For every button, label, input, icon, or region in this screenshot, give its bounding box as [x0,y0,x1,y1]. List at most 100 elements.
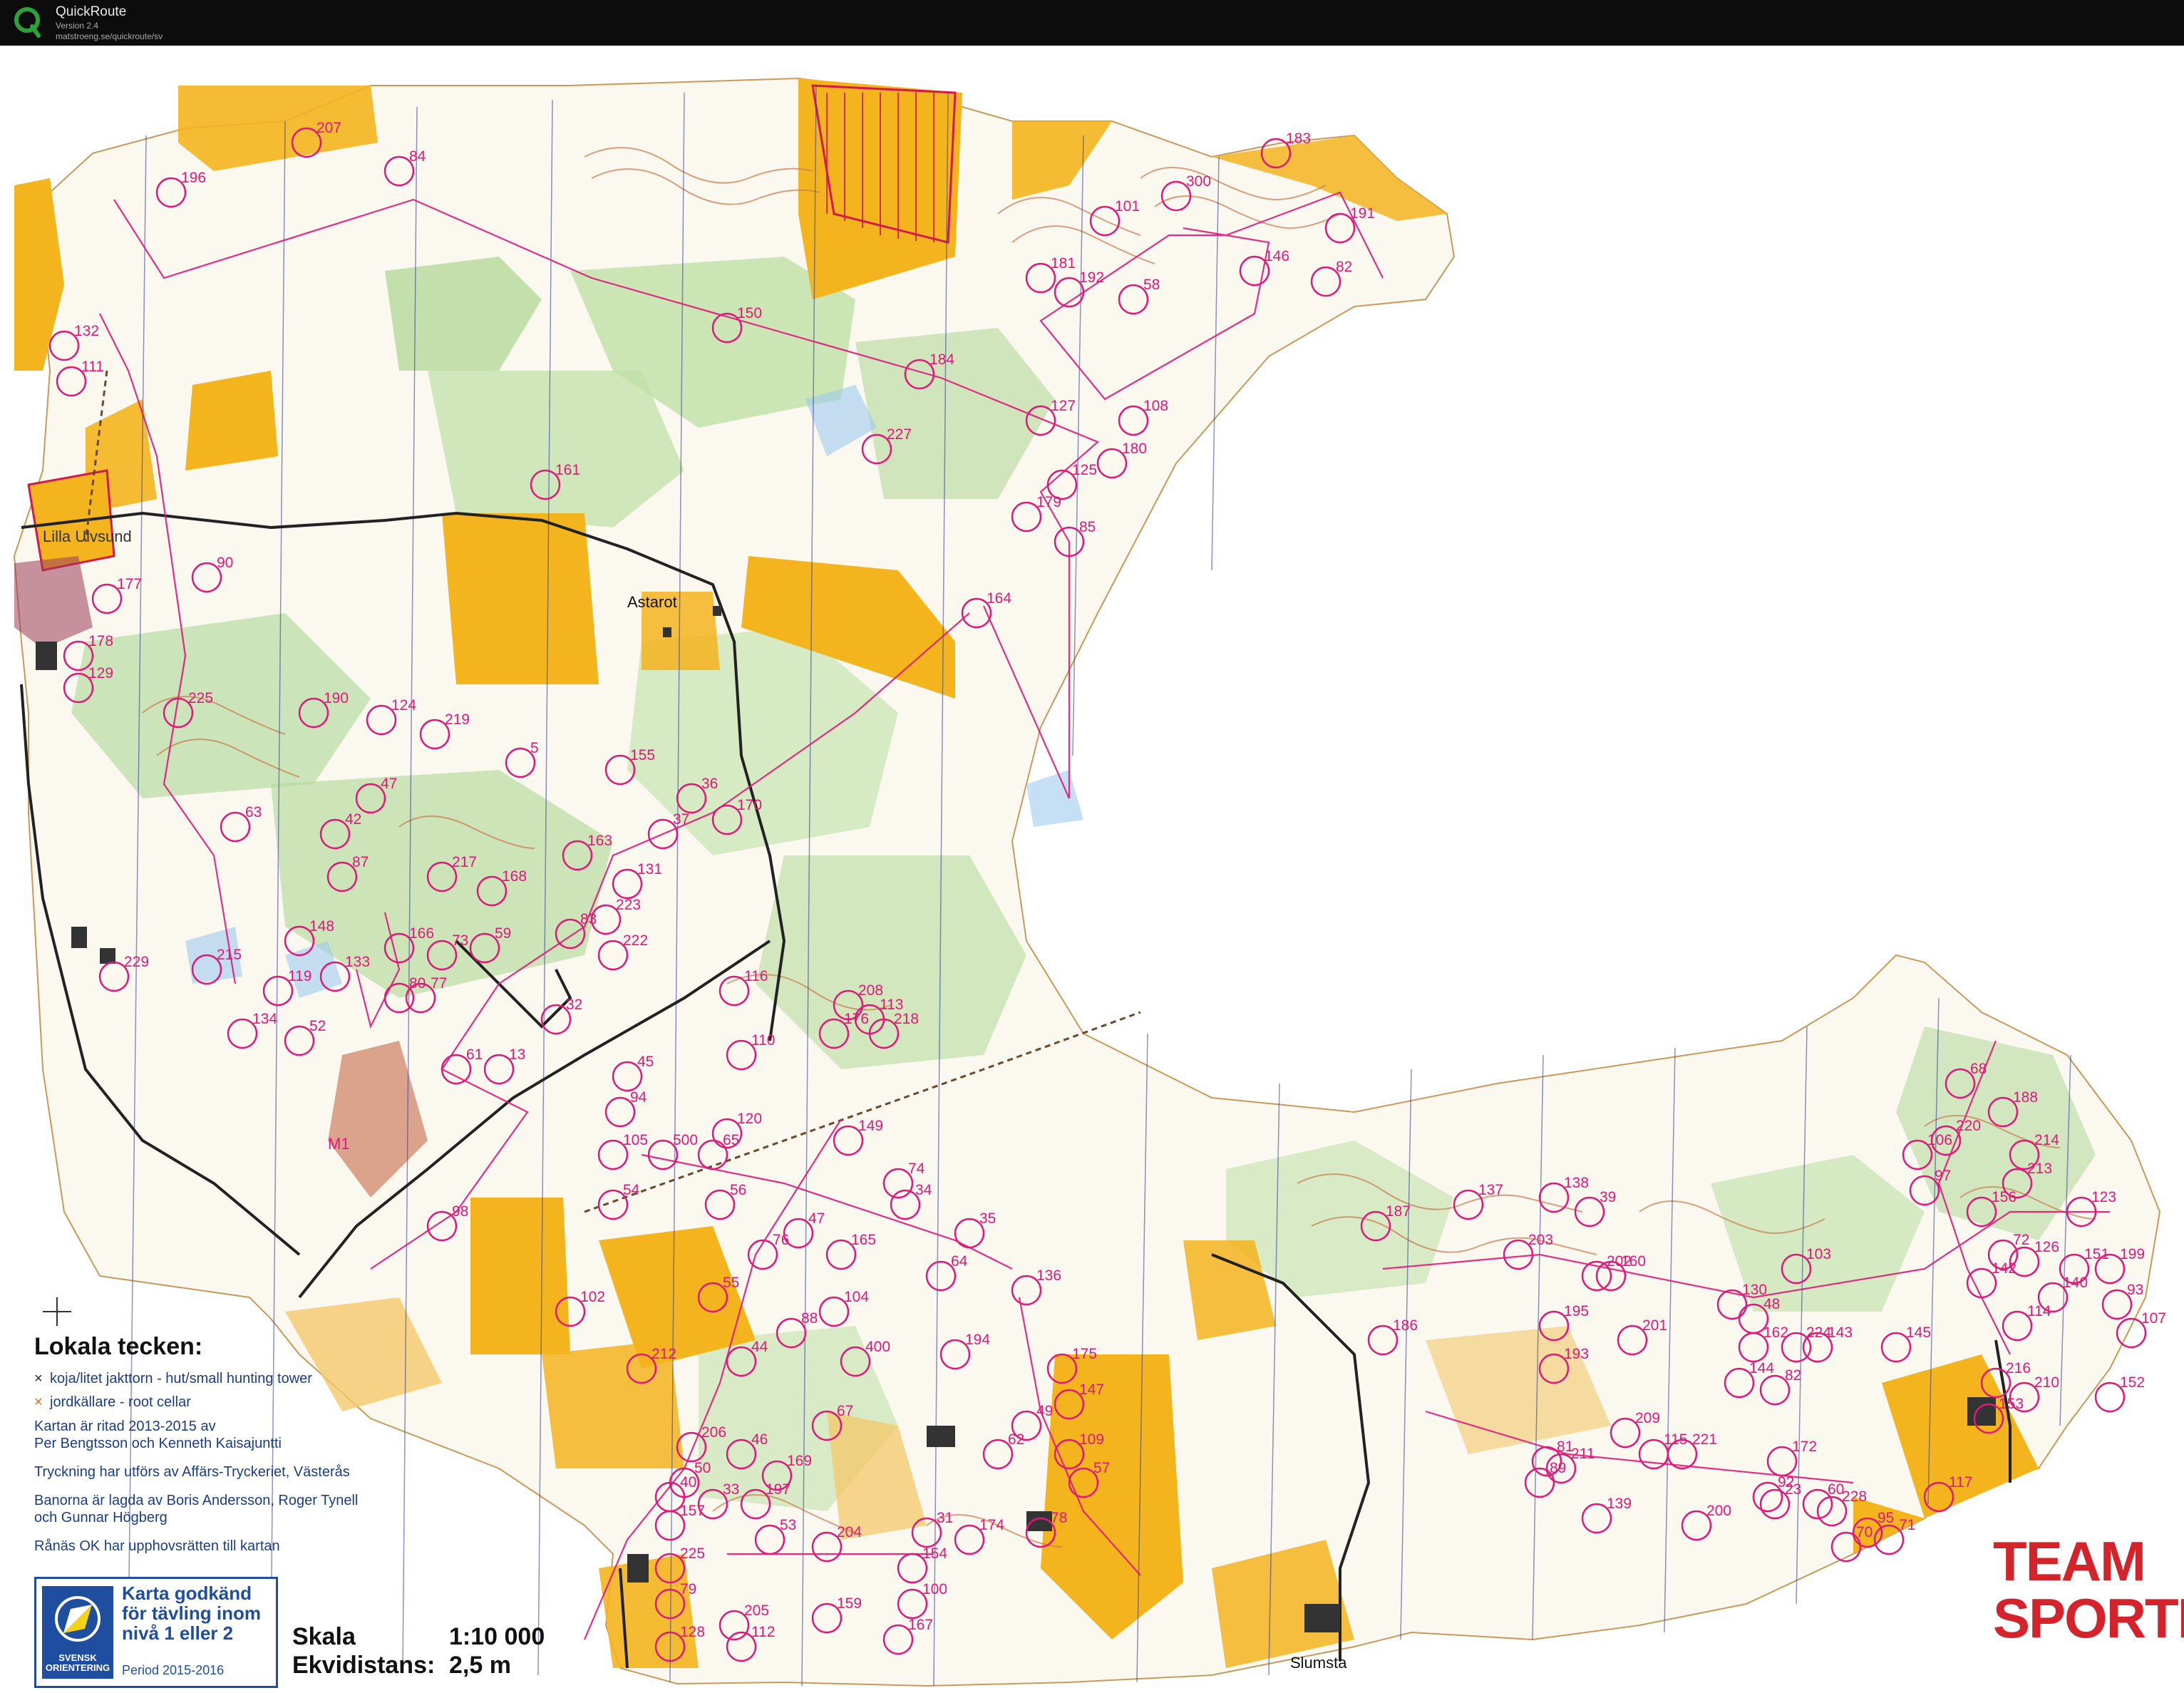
title-bar: QuickRoute Version 2.4 matstroeng.se/qui… [0,0,2184,46]
scale-info: Skala 1:10 000 Ekvidistans: 2,5 m [292,1622,545,1679]
control-number: 83 [580,911,597,927]
control-number: 64 [951,1253,968,1270]
control-number: 144 [1749,1360,1774,1376]
control-number: 136 [1036,1267,1061,1284]
control-number: 109 [1079,1431,1104,1448]
control-number: 5 [530,740,539,756]
map-mark: M1 [328,1135,350,1153]
control-number: 32 [566,997,582,1013]
control-number: 150 [737,305,762,321]
control-number: 108 [1143,398,1168,414]
control-number: 94 [630,1089,647,1106]
control-number: 180 [1122,441,1147,457]
control-number: 218 [894,1011,919,1027]
control-number: 101 [1115,198,1140,215]
control-number: 84 [409,148,426,165]
legend-note: Banorna är lagda av Boris Andersson, Rog… [34,1493,359,1525]
control-number: 187 [1386,1203,1411,1220]
control-number: 227 [887,426,912,443]
control-number: 60 [1828,1481,1844,1498]
control-number: 210 [2034,1374,2059,1391]
control-number: 191 [1350,205,1375,222]
control-number: 149 [858,1118,883,1134]
control-number: 117 [1949,1474,1972,1491]
control-number: 37 [673,811,689,828]
control-number: 204 [837,1524,862,1540]
control-number: 82 [1336,259,1352,275]
control-number: 167 [908,1617,933,1633]
control-number: 209 [1635,1410,1660,1426]
app-version: Version 2.4 [56,21,99,31]
control-number: 87 [352,854,369,870]
control-number: 103 [1806,1246,1831,1262]
control-number: 193 [1564,1346,1589,1362]
brand-line: SPORTIA [1993,1587,2184,1650]
control-number: 123 [2091,1189,2116,1205]
control-number: 213 [2027,1161,2052,1177]
control-number: 34 [915,1182,932,1198]
app-name: QuickRoute [56,4,127,19]
control-number: 97 [1935,1168,1951,1184]
legend-note: Rånäs OK har upphovsrätten till kartan [34,1538,280,1554]
control-number: 93 [2127,1282,2143,1298]
control-number: 119 [288,968,311,984]
control-number: 110 [751,1032,775,1049]
control-number: 112 [751,1624,775,1640]
control-number: 160 [1621,1253,1646,1270]
place-name: Slumsta [1290,1654,1347,1672]
control-number: 199 [2120,1246,2145,1262]
control-number: 156 [1992,1189,2016,1205]
control-number: 168 [502,868,527,885]
control-number: 59 [495,925,511,942]
crosshair-icon [43,1297,71,1326]
control-number: 65 [723,1132,739,1148]
control-number: 90 [217,555,233,571]
control-number: 176 [844,1011,869,1027]
control-number: 153 [1999,1396,2024,1412]
control-number: 215 [217,947,242,963]
control-number: 179 [1036,494,1061,510]
control-number: 177 [117,576,142,592]
control-number: 228 [1842,1488,1867,1505]
control-number: 52 [309,1018,326,1034]
control-number: 216 [2006,1360,2031,1376]
control-number: 225 [188,690,213,706]
contour-label: Ekvidistans: [292,1652,436,1679]
control-number: 181 [1051,255,1076,272]
control-number: 206 [701,1424,726,1441]
team-sportia-logo: TEAM SPORTIA [1993,1533,2184,1647]
control-number: 40 [680,1474,696,1491]
legend-note: Kartan är ritad 2013-2015 av Per Bengtss… [34,1419,282,1451]
control-number: 161 [555,462,580,478]
control-number: 174 [979,1517,1004,1533]
place-name: Astarot [627,593,677,611]
control-number: 129 [88,665,113,681]
control-number: 35 [979,1210,996,1227]
compass-icon [55,1596,101,1642]
control-number: 212 [651,1346,676,1362]
control-number: 62 [1008,1431,1024,1448]
control-number: 154 [922,1545,947,1562]
control-number: 155 [630,747,655,763]
control-number: 132 [74,323,99,339]
scale-label: Skala [292,1623,356,1650]
control-number: 95 [1877,1510,1894,1526]
legend-item-cellar: × jordkällare - root cellar [34,1394,433,1411]
control-number: 162 [1763,1324,1788,1341]
contour-value: 2,5 m [449,1652,511,1679]
control-number: 79 [680,1581,696,1597]
control-number: 400 [865,1339,890,1355]
control-number: 159 [837,1595,862,1612]
control-number: 157 [680,1503,705,1519]
control-number: 78 [1051,1510,1067,1526]
control-number: 105 [623,1132,648,1148]
control-number: 72 [2013,1232,2029,1248]
control-number: 126 [2034,1239,2059,1255]
control-number: 70 [1856,1524,1873,1540]
control-number: 88 [801,1310,818,1327]
control-number: 120 [737,1111,762,1127]
svensk-orientering-logo: SVENSK ORIENTERING [42,1586,113,1679]
control-number: 188 [2013,1089,2038,1106]
control-number: 48 [1763,1296,1780,1312]
control-number: 134 [252,1011,277,1027]
